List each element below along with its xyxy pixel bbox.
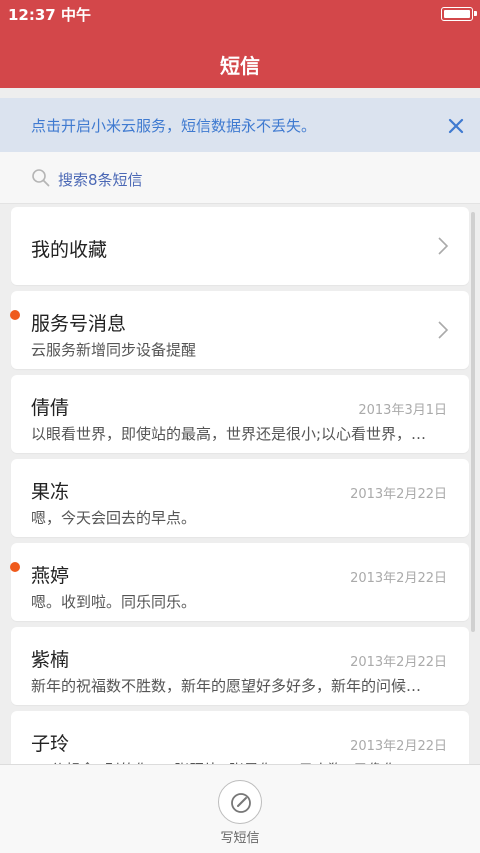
bottom-toolbar: 写短信	[0, 764, 480, 853]
message-date: 2013年2月22日	[350, 487, 447, 502]
message-date: 2013年2月22日	[350, 571, 447, 586]
contact-name: 服务号消息	[31, 313, 127, 335]
message-preview: 以眼看世界，即使站的最高，世界还是很小;以心看世界，…	[31, 425, 427, 443]
status-bar: 12:37 中午	[0, 0, 480, 28]
unread-indicator	[10, 310, 20, 320]
chevron-right-icon	[438, 321, 449, 339]
unread-indicator	[10, 562, 20, 572]
message-date: 2013年2月22日	[350, 739, 447, 754]
chevron-right-icon	[438, 237, 449, 255]
message-date: 2013年2月22日	[350, 655, 447, 670]
search-icon	[32, 169, 50, 187]
conversation-item[interactable]: 果冻嗯，今天会回去的早点。 2013年2月22日	[11, 459, 469, 537]
contact-name: 燕婷	[31, 565, 70, 587]
compose-label: 写短信	[220, 831, 260, 846]
conversation-list[interactable]: 我的收藏服务号消息云服务新增同步设备提醒倩倩以眼看世界，即使站的最高，世界还是很…	[0, 205, 480, 764]
message-preview: 新年的祝福数不胜数，新年的愿望好多好多，新年的问候…	[31, 677, 422, 695]
battery-icon	[441, 7, 477, 21]
scrollbar[interactable]	[471, 212, 475, 632]
conversation-item[interactable]: 紫楠新年的祝福数不胜数，新年的愿望好多好多，新年的问候… 2013年2月22日	[11, 627, 469, 705]
contact-name: 子玲	[31, 733, 70, 755]
conversation-item[interactable]: 燕婷嗯。收到啦。同乐同乐。 2013年2月22日	[11, 543, 469, 621]
conversation-item[interactable]: 我的收藏	[11, 207, 469, 285]
app-header: 12:37 中午 短信	[0, 0, 480, 88]
message-preview: 嗯。收到啦。同乐同乐。	[31, 593, 197, 611]
contact-name: 紫楠	[31, 649, 70, 671]
contact-name: 倩倩	[31, 397, 70, 419]
search-bar[interactable]: 搜索8条短信	[0, 152, 480, 204]
banner-text: 点击开启小米云服务，短信数据永不丢失。	[31, 117, 317, 135]
cloud-service-banner[interactable]: 点击开启小米云服务，短信数据永不丢失。	[0, 98, 480, 152]
status-time: 12:37 中午	[8, 6, 91, 24]
compose-button[interactable]	[218, 780, 262, 824]
contact-name: 果冻	[31, 481, 70, 503]
close-icon[interactable]	[446, 116, 466, 136]
message-date: 2013年3月1日	[358, 403, 447, 418]
message-preview: 嗯，今天会回去的早点。	[31, 509, 197, 527]
compose-icon	[231, 793, 251, 813]
conversation-item[interactable]: 子玲10分想念9則的你，8张照片7张是你，6日小狗5日像你，4…2013年2月2…	[11, 711, 469, 764]
message-preview: 云服务新增同步设备提醒	[31, 341, 197, 359]
search-input[interactable]: 搜索8条短信	[58, 169, 143, 190]
page-title: 短信	[220, 54, 260, 78]
conversation-item[interactable]: 服务号消息云服务新增同步设备提醒	[11, 291, 469, 369]
contact-name: 我的收藏	[31, 239, 108, 261]
conversation-item[interactable]: 倩倩以眼看世界，即使站的最高，世界还是很小;以心看世界，… 2013年3月1日	[11, 375, 469, 453]
